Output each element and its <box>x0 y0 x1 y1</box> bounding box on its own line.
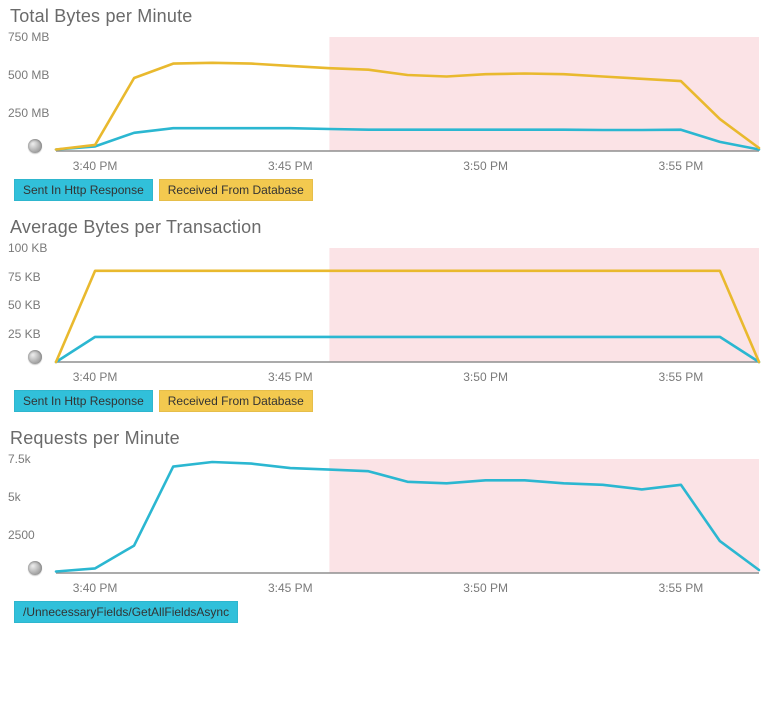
x-tick-label: 3:50 PM <box>463 159 508 173</box>
highlight-band <box>329 248 759 362</box>
y-tick-label: 2500 <box>8 528 60 542</box>
legend-item[interactable]: Received From Database <box>159 179 313 201</box>
x-tick-label: 3:55 PM <box>659 581 704 595</box>
legend: Sent In Http Response Received From Datab… <box>14 179 765 201</box>
y-tick-label: 5k <box>8 490 60 504</box>
x-tick-label: 3:55 PM <box>659 159 704 173</box>
y-tick-label: 50 KB <box>8 298 60 312</box>
chart-requests: Requests per Minute/UnnecessaryFields/Ge… <box>0 422 773 633</box>
y-tick-label: 25 KB <box>8 327 60 341</box>
marker-ball-icon <box>28 561 42 575</box>
x-tick-label: 3:40 PM <box>73 370 118 384</box>
plot-area: Sent In Http ResponseReceived From Datab… <box>8 33 765 173</box>
legend-item[interactable]: /UnnecessaryFields/GetAllFieldsAsync <box>14 601 238 623</box>
chart-title: Requests per Minute <box>10 428 765 449</box>
x-tick-label: 3:55 PM <box>659 370 704 384</box>
x-tick-label: 3:50 PM <box>463 581 508 595</box>
y-tick-label: 7.5k <box>8 452 60 466</box>
chart-title: Average Bytes per Transaction <box>10 217 765 238</box>
chart-avg_bytes: Average Bytes per Transaction Sent In Htt… <box>0 211 773 422</box>
plot-area: /UnnecessaryFields/GetAllFieldsAsync2500… <box>8 455 765 595</box>
legend-item[interactable]: Received From Database <box>159 390 313 412</box>
y-tick-label: 100 KB <box>8 241 60 255</box>
y-tick-label: 750 MB <box>8 30 60 44</box>
y-tick-label: 75 KB <box>8 270 60 284</box>
y-tick-label: 250 MB <box>8 106 60 120</box>
highlight-band <box>329 459 759 573</box>
legend: Sent In Http Response Received From Datab… <box>14 390 765 412</box>
x-tick-label: 3:40 PM <box>73 581 118 595</box>
legend-item[interactable]: Sent In Http Response <box>14 179 153 201</box>
marker-ball-icon <box>28 350 42 364</box>
x-tick-label: 3:45 PM <box>268 581 313 595</box>
chart-title: Total Bytes per Minute <box>10 6 765 27</box>
x-tick-label: 3:45 PM <box>268 159 313 173</box>
plot-area: Sent In Http ResponseReceived From Datab… <box>8 244 765 384</box>
x-tick-label: 3:40 PM <box>73 159 118 173</box>
legend-item[interactable]: Sent In Http Response <box>14 390 153 412</box>
plot-svg: /UnnecessaryFields/GetAllFieldsAsync <box>8 455 765 595</box>
marker-ball-icon <box>28 139 42 153</box>
plot-svg: Sent In Http ResponseReceived From Datab… <box>8 244 765 384</box>
plot-svg: Sent In Http ResponseReceived From Datab… <box>8 33 765 173</box>
x-tick-label: 3:50 PM <box>463 370 508 384</box>
legend: /UnnecessaryFields/GetAllFieldsAsync <box>14 601 765 623</box>
x-tick-label: 3:45 PM <box>268 370 313 384</box>
chart-total_bytes: Total Bytes per Minute Sent In Http Respo… <box>0 0 773 211</box>
y-tick-label: 500 MB <box>8 68 60 82</box>
